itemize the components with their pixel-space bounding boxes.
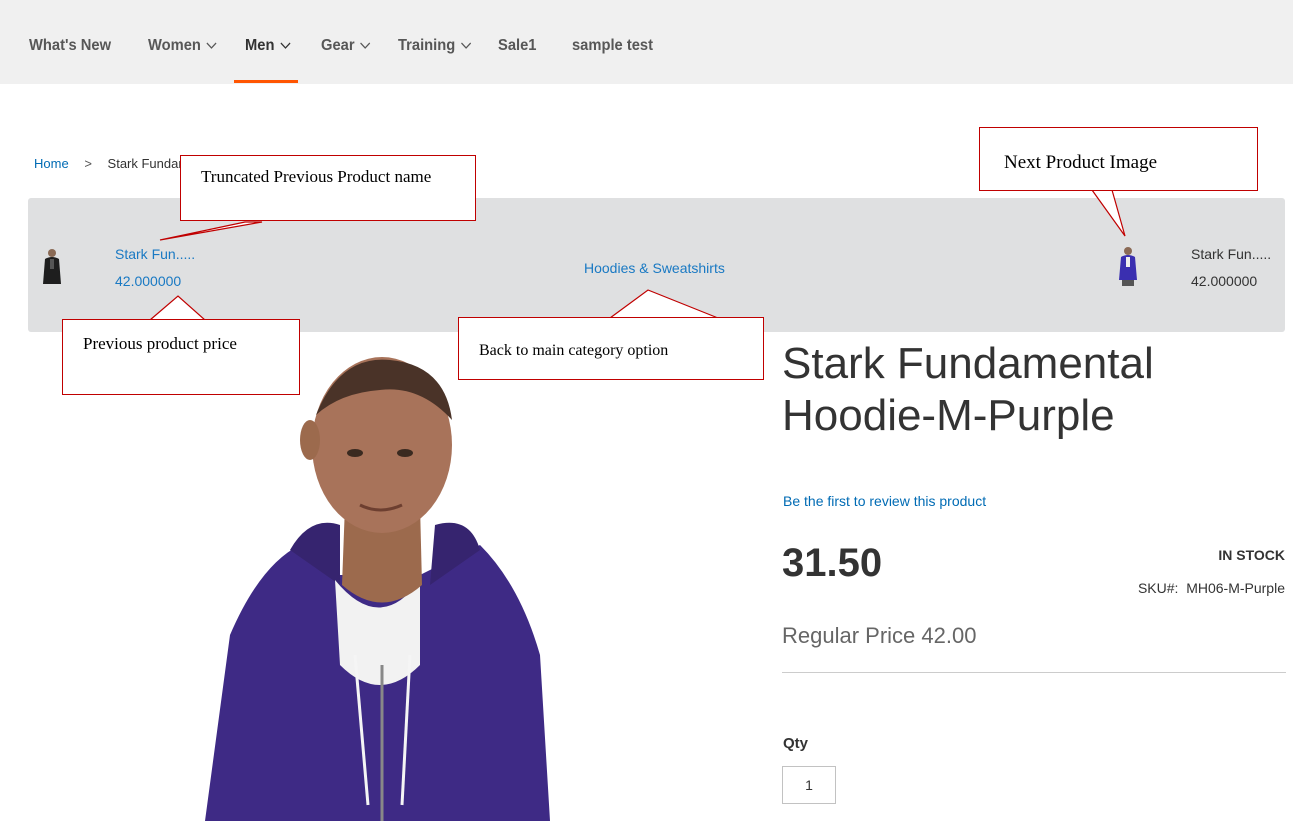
chevron-down-icon	[280, 42, 291, 49]
stock-status: IN STOCK	[1218, 547, 1285, 563]
purple-hoodie-thumbnail-icon[interactable]	[1118, 244, 1138, 286]
product-price: 31.50	[782, 541, 883, 585]
chevron-down-icon	[206, 42, 217, 49]
nav-item-whats-new[interactable]: What's New	[29, 37, 111, 55]
nav-item-women[interactable]: Women	[148, 37, 217, 55]
next-product-name[interactable]: Stark Fun.....	[1191, 246, 1271, 262]
annotation-truncated-name: Truncated Previous Product name	[180, 155, 476, 221]
nav-item-gear[interactable]: Gear	[321, 37, 371, 55]
breadcrumb-current: Stark Fundam	[107, 156, 190, 171]
back-to-category-link[interactable]: Hoodies & Sweatshirts	[584, 260, 725, 276]
annotation-next-image: Next Product Image	[979, 127, 1258, 191]
active-nav-indicator	[234, 80, 298, 83]
nav-item-training[interactable]: Training	[398, 37, 472, 55]
chevron-down-icon	[360, 42, 371, 49]
sku: SKU#: MH06-M-Purple	[1138, 580, 1285, 596]
sku-value: MH06-M-Purple	[1186, 580, 1285, 596]
qty-input[interactable]: 1	[782, 766, 836, 804]
nav-item-men[interactable]: Men	[245, 37, 291, 55]
nav-item-sample-test[interactable]: sample test	[572, 37, 653, 55]
nav-item-sale1[interactable]: Sale1	[498, 37, 536, 55]
product-title: Stark Fundamental Hoodie-M-Purple	[782, 339, 1154, 440]
chevron-down-icon	[461, 42, 472, 49]
previous-product-name[interactable]: Stark Fun.....	[115, 246, 195, 262]
sku-label: SKU#:	[1137, 580, 1179, 596]
qty-label: Qty	[783, 735, 809, 752]
breadcrumb: Home > Stark Fundam	[34, 156, 189, 171]
breadcrumb-home-link[interactable]: Home	[34, 156, 69, 171]
top-navigation: What's New Women Men Gear Training Sale1…	[0, 0, 1293, 84]
regular-price: Regular Price 42.00	[782, 623, 977, 648]
review-link[interactable]: Be the first to review this product	[783, 493, 986, 509]
divider	[782, 672, 1286, 673]
product-model-photo	[205, 357, 550, 821]
annotation-previous-price: Previous product price	[62, 319, 300, 395]
black-hoodie-thumbnail-icon[interactable]	[42, 246, 62, 288]
annotation-back-to-category: Back to main category option	[458, 317, 764, 380]
previous-product-price[interactable]: 42.000000	[115, 273, 181, 289]
next-product-price[interactable]: 42.000000	[1191, 273, 1257, 289]
breadcrumb-separator: >	[84, 156, 92, 171]
